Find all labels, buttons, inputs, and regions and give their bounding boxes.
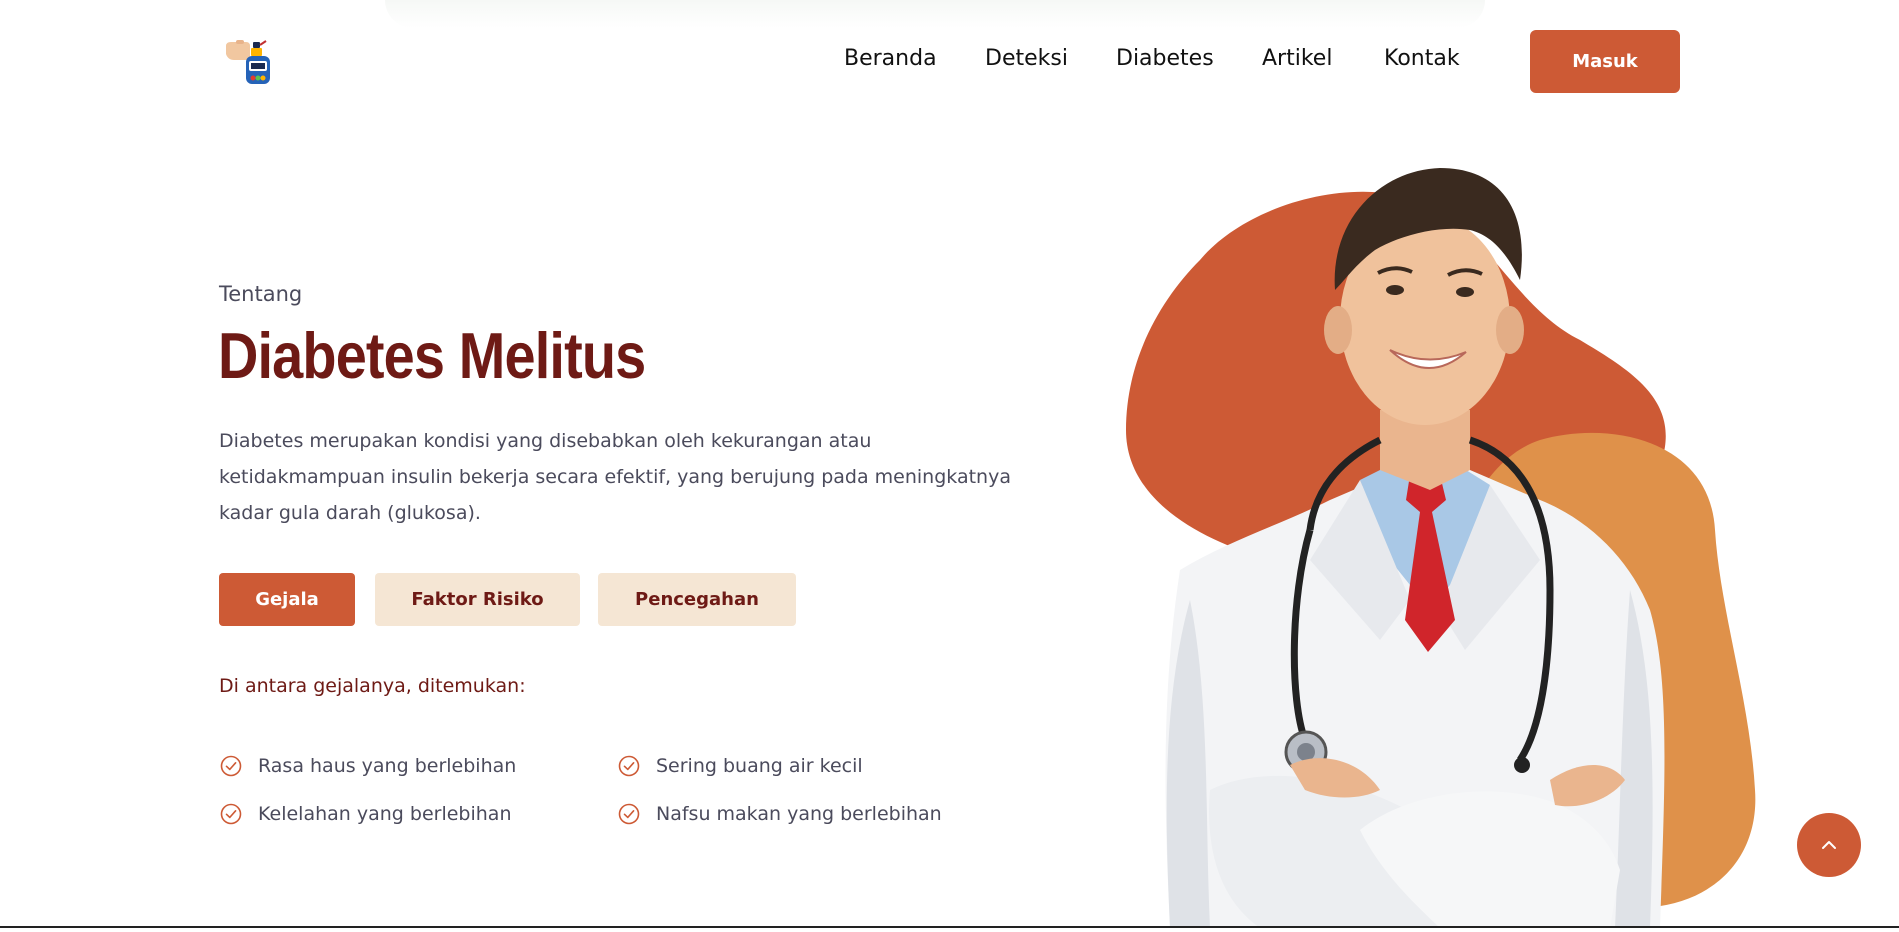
nav-item-diabetes[interactable]: Diabetes	[1116, 46, 1214, 71]
site-logo[interactable]	[222, 34, 280, 92]
nav-item-artikel[interactable]: Artikel	[1262, 46, 1332, 71]
symptom-label: Sering buang air kecil	[656, 755, 863, 777]
page-title: Diabetes Melitus	[218, 319, 646, 392]
symptom-label: Kelelahan yang berlebihan	[258, 803, 512, 825]
check-circle-icon	[618, 803, 640, 825]
list-item: Nafsu makan yang berlebihan	[618, 803, 942, 825]
scroll-to-top-button[interactable]	[1797, 813, 1861, 877]
tab-faktor-risiko[interactable]: Faktor Risiko	[375, 573, 580, 626]
header-top-fade	[385, 0, 1485, 28]
nav-item-deteksi[interactable]: Deteksi	[985, 46, 1068, 71]
symptoms-lead: Di antara gejalanya, ditemukan:	[219, 675, 526, 697]
check-circle-icon	[618, 755, 640, 777]
symptom-label: Rasa haus yang berlebihan	[258, 755, 517, 777]
list-item: Sering buang air kecil	[618, 755, 863, 777]
login-button[interactable]: Masuk	[1530, 30, 1680, 93]
nav-item-beranda[interactable]: Beranda	[844, 46, 937, 71]
list-item: Rasa haus yang berlebihan	[220, 755, 516, 777]
list-item: Kelelahan yang berlebihan	[220, 803, 512, 825]
section-eyebrow: Tentang	[219, 282, 303, 306]
tab-gejala[interactable]: Gejala	[219, 573, 355, 626]
doctor-illustration	[1126, 168, 1756, 928]
check-circle-icon	[220, 803, 242, 825]
hero-doctor-image	[1110, 140, 1760, 928]
tab-pencegahan[interactable]: Pencegahan	[598, 573, 796, 626]
chevron-up-icon	[1822, 841, 1836, 849]
nav-item-kontak[interactable]: Kontak	[1384, 46, 1460, 71]
symptom-label: Nafsu makan yang berlebihan	[656, 803, 942, 825]
glucometer-logo-icon	[226, 40, 270, 84]
check-circle-icon	[220, 755, 242, 777]
section-description: Diabetes merupakan kondisi yang disebabk…	[219, 430, 1011, 524]
